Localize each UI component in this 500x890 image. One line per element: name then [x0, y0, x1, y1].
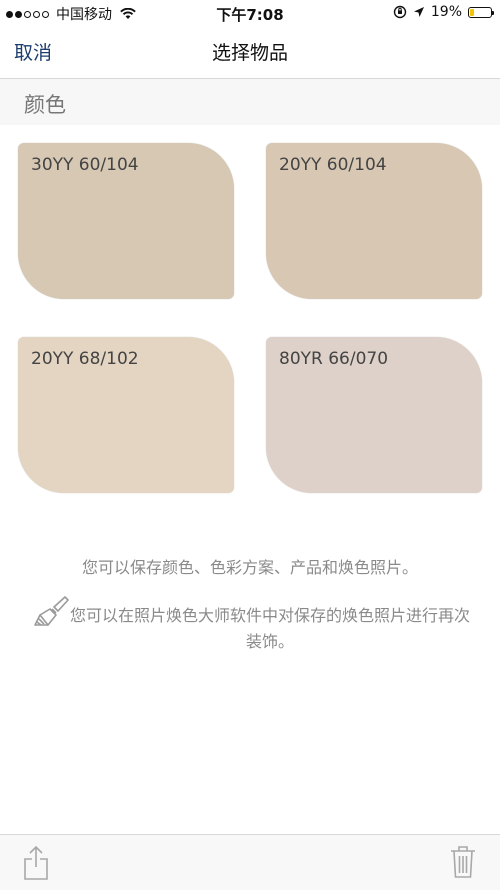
swatch-label: 80YR 66/070: [279, 349, 389, 369]
page-title: 选择物品: [211, 42, 288, 64]
color-swatch[interactable]: 20YY 60/104: [266, 143, 482, 299]
info-text-decorate: 您可以在照片焕色大师软件中对保存的焕色照片进行再次装饰。: [69, 606, 470, 651]
swatch-label: 30YY 60/104: [31, 155, 139, 175]
swatch-label: 20YY 60/104: [279, 155, 387, 175]
bottom-toolbar: [0, 834, 500, 890]
orientation-lock-icon: [393, 5, 407, 19]
section-title: 颜色: [24, 93, 66, 117]
nav-bar: 取消 选择物品: [0, 26, 500, 79]
info-text-save: 您可以保存颜色、色彩方案、产品和焕色照片。: [81, 558, 418, 577]
status-right: 19%: [393, 4, 494, 20]
color-swatch[interactable]: 20YY 68/102: [18, 337, 234, 493]
share-icon[interactable]: [22, 845, 50, 881]
battery-fill: [470, 8, 474, 16]
swatch-label: 20YY 68/102: [31, 349, 139, 369]
status-bar: 中国移动 下午7:08 19%: [0, 0, 500, 26]
location-arrow-icon: [413, 7, 424, 17]
battery-percent: 19%: [430, 4, 462, 20]
battery-icon: [468, 6, 494, 18]
trash-icon[interactable]: [450, 845, 476, 879]
color-swatch[interactable]: 30YY 60/104: [18, 143, 234, 299]
info-block-decorate: 您可以在照片焕色大师软件中对保存的焕色照片进行再次装饰。: [32, 595, 472, 655]
section-header: 颜色: [0, 79, 500, 125]
color-swatch[interactable]: 80YR 66/070: [266, 337, 482, 493]
swatch-grid: 30YY 60/104 20YY 60/104 20YY 68/102 80YR…: [0, 125, 500, 505]
